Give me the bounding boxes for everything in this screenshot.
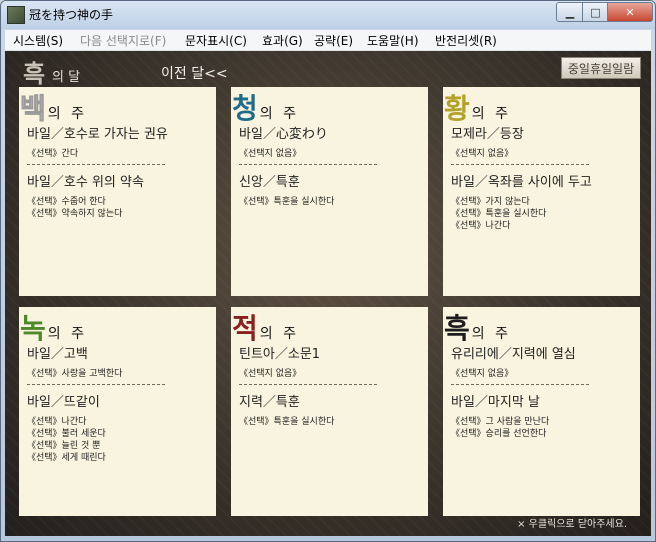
week-panel-black: 흑의 주 유리리에／지력에 열심 《선택지 없음》 바일／마지막 날 《선택》그… [443, 307, 640, 516]
event-section: 바일／뜨같이 《선택》나간다 《선택》불러 세운다 《선택》늘린 것 뿐 《선택… [27, 391, 210, 464]
event-section: 바일／옥좌를 사이에 두고 《선택》가지 않는다 《선택》특훈을 실시한다 《선… [451, 171, 634, 232]
panel-heading: 백의 주 [20, 87, 87, 126]
choice-text: 《선택》나간다 [451, 221, 511, 231]
divider [239, 384, 377, 385]
week-suffix: 의 주 [259, 326, 299, 342]
week-suffix: 의 주 [47, 326, 87, 342]
choice-text: 《선택》약속하지 않는다 [27, 209, 123, 219]
divider [239, 164, 377, 165]
choice-text: 《선택》특훈을 실시한다 [451, 209, 547, 219]
choice-text: 《선택》세게 때린다 [27, 453, 106, 463]
event-section: 바일／호수 위의 약속 《선택》수줍어 한다 《선택》약속하지 않는다 [27, 171, 210, 220]
choice-text: 《선택》승리를 선언한다 [451, 429, 547, 439]
choice-text: 《선택》나간다 [27, 417, 87, 427]
menu-reset[interactable]: 반전리셋(R) [435, 32, 497, 49]
choice-text: 《선택》늘린 것 뿐 [27, 441, 101, 451]
week-suffix: 의 주 [259, 106, 299, 122]
menu-help[interactable]: 도움말(H) [367, 32, 419, 49]
event-title: 바일／고백 [27, 347, 88, 362]
event-section: 지력／특훈 《선택》특훈을 실시한다 [239, 391, 422, 428]
menu-strategy[interactable]: 공략(E) [314, 32, 353, 49]
week-char: 녹 [20, 312, 46, 345]
choice-text: 《선택지 없음》 [451, 149, 514, 159]
event-title: 바일／마지막 날 [451, 395, 540, 410]
panel-heading: 황의 주 [444, 87, 511, 125]
event-title: 신앙／특훈 [239, 175, 300, 190]
week-suffix: 의 주 [471, 106, 511, 122]
event-section: 바일／心変わり 《선택지 없음》 [239, 123, 422, 160]
month-label: 의 달 [52, 70, 81, 85]
event-section: 바일／호수로 가자는 권유 《선택》간다 [27, 123, 210, 160]
choice-text: 《선택》특훈을 실시한다 [239, 417, 335, 427]
event-title: 모제라／등장 [451, 127, 524, 142]
event-title: 바일／心変わり [239, 127, 328, 142]
prev-month-link[interactable]: 이전 달<< [161, 63, 228, 83]
content-area[interactable]: 흑 의 달 이전 달<< 중일휴일일람 백의 주 바일／호수로 가자는 권유 《… [5, 51, 651, 536]
event-section: 바일／마지막 날 《선택》그 사람을 만난다 《선택》승리를 선언한다 [451, 391, 634, 440]
event-title: 바일／옥좌를 사이에 두고 [451, 175, 592, 190]
divider [451, 164, 589, 165]
week-suffix: 의 주 [471, 326, 511, 342]
title-bar[interactable]: 冠を持つ神の手 ▁ □ ✕ [1, 1, 655, 29]
panel-heading: 청의 주 [232, 87, 299, 125]
event-section: 신앙／특훈 《선택》특훈을 실시한다 [239, 171, 422, 208]
event-title: 바일／뜨같이 [27, 395, 100, 410]
panel-heading: 흑의 주 [444, 307, 511, 345]
week-suffix: 의 주 [47, 106, 87, 122]
choice-text: 《선택》그 사람을 만난다 [451, 417, 550, 427]
panel-heading: 적의 주 [232, 307, 299, 345]
menu-effect[interactable]: 효과(G) [262, 32, 303, 49]
choice-text: 《선택지 없음》 [239, 149, 302, 159]
choice-text: 《선택》불러 세운다 [27, 429, 106, 439]
close-hint: × 우클릭으로 닫아주세요. [517, 519, 627, 530]
week-char: 적 [232, 312, 258, 345]
choice-text: 《선택》수줍어 한다 [27, 197, 106, 207]
divider [27, 164, 165, 165]
event-section: 유리리에／지력에 열심 《선택지 없음》 [451, 343, 634, 380]
window-title: 冠を持つ神の手 [29, 8, 114, 22]
choice-text: 《선택지 없음》 [239, 369, 302, 379]
event-section: 모제라／등장 《선택지 없음》 [451, 123, 634, 160]
panel-heading: 녹의 주 [20, 307, 87, 345]
maximize-button[interactable]: □ [582, 2, 609, 22]
week-char: 백 [20, 92, 47, 126]
app-window: 冠を持つ神の手 ▁ □ ✕ 시스템(S) 다음 선택지로(F) 문자표시(C) … [0, 0, 656, 542]
month-char: 흑 [23, 60, 46, 88]
minimize-button[interactable]: ▁ [556, 2, 584, 22]
week-panel-red: 적의 주 틴트아／소문1 《선택지 없음》 지력／특훈 《선택》특훈을 실시한다 [231, 307, 428, 516]
divider [27, 384, 165, 385]
menu-bar: 시스템(S) 다음 선택지로(F) 문자표시(C) 효과(G) 공략(E) 도움… [5, 30, 651, 51]
choice-text: 《선택지 없음》 [451, 369, 514, 379]
choice-text: 《선택》간다 [27, 149, 79, 159]
menu-next-choice[interactable]: 다음 선택지로(F) [80, 32, 166, 49]
week-panel-yellow: 황의 주 모제라／등장 《선택지 없음》 바일／옥좌를 사이에 두고 《선택》가… [443, 87, 640, 296]
event-title: 바일／호수 위의 약속 [27, 175, 144, 190]
close-icon: ✕ [625, 5, 635, 19]
week-panel-blue: 청의 주 바일／心変わり 《선택지 없음》 신앙／특훈 《선택》특훈을 실시한다 [231, 87, 428, 296]
event-section: 바일／고백 《선택》사랑을 고백한다 [27, 343, 210, 380]
holiday-list-button[interactable]: 중일휴일일람 [561, 57, 641, 79]
choice-text: 《선택》사랑을 고백한다 [27, 369, 123, 379]
week-panel-green: 녹의 주 바일／고백 《선택》사랑을 고백한다 바일／뜨같이 《선택》나간다 《… [19, 307, 216, 516]
maximize-icon: □ [590, 5, 601, 19]
week-char: 청 [232, 92, 258, 125]
week-char: 황 [444, 92, 470, 125]
week-char: 흑 [444, 312, 470, 345]
choice-text: 《선택》특훈을 실시한다 [239, 197, 335, 207]
event-title: 유리리에／지력에 열심 [451, 347, 576, 362]
minimize-icon: ▁ [565, 5, 575, 19]
event-section: 틴트아／소문1 《선택지 없음》 [239, 343, 422, 380]
choice-text: 《선택》가지 않는다 [451, 197, 530, 207]
menu-system[interactable]: 시스템(S) [13, 32, 63, 49]
event-title: 바일／호수로 가자는 권유 [27, 127, 168, 142]
app-icon [7, 6, 25, 24]
close-button[interactable]: ✕ [607, 2, 653, 22]
menu-text-display[interactable]: 문자표시(C) [185, 32, 247, 49]
event-title: 틴트아／소문1 [239, 347, 321, 362]
week-panel-white: 백의 주 바일／호수로 가자는 권유 《선택》간다 바일／호수 위의 약속 《선… [19, 87, 216, 296]
divider [451, 384, 589, 385]
event-title: 지력／특훈 [239, 395, 300, 410]
